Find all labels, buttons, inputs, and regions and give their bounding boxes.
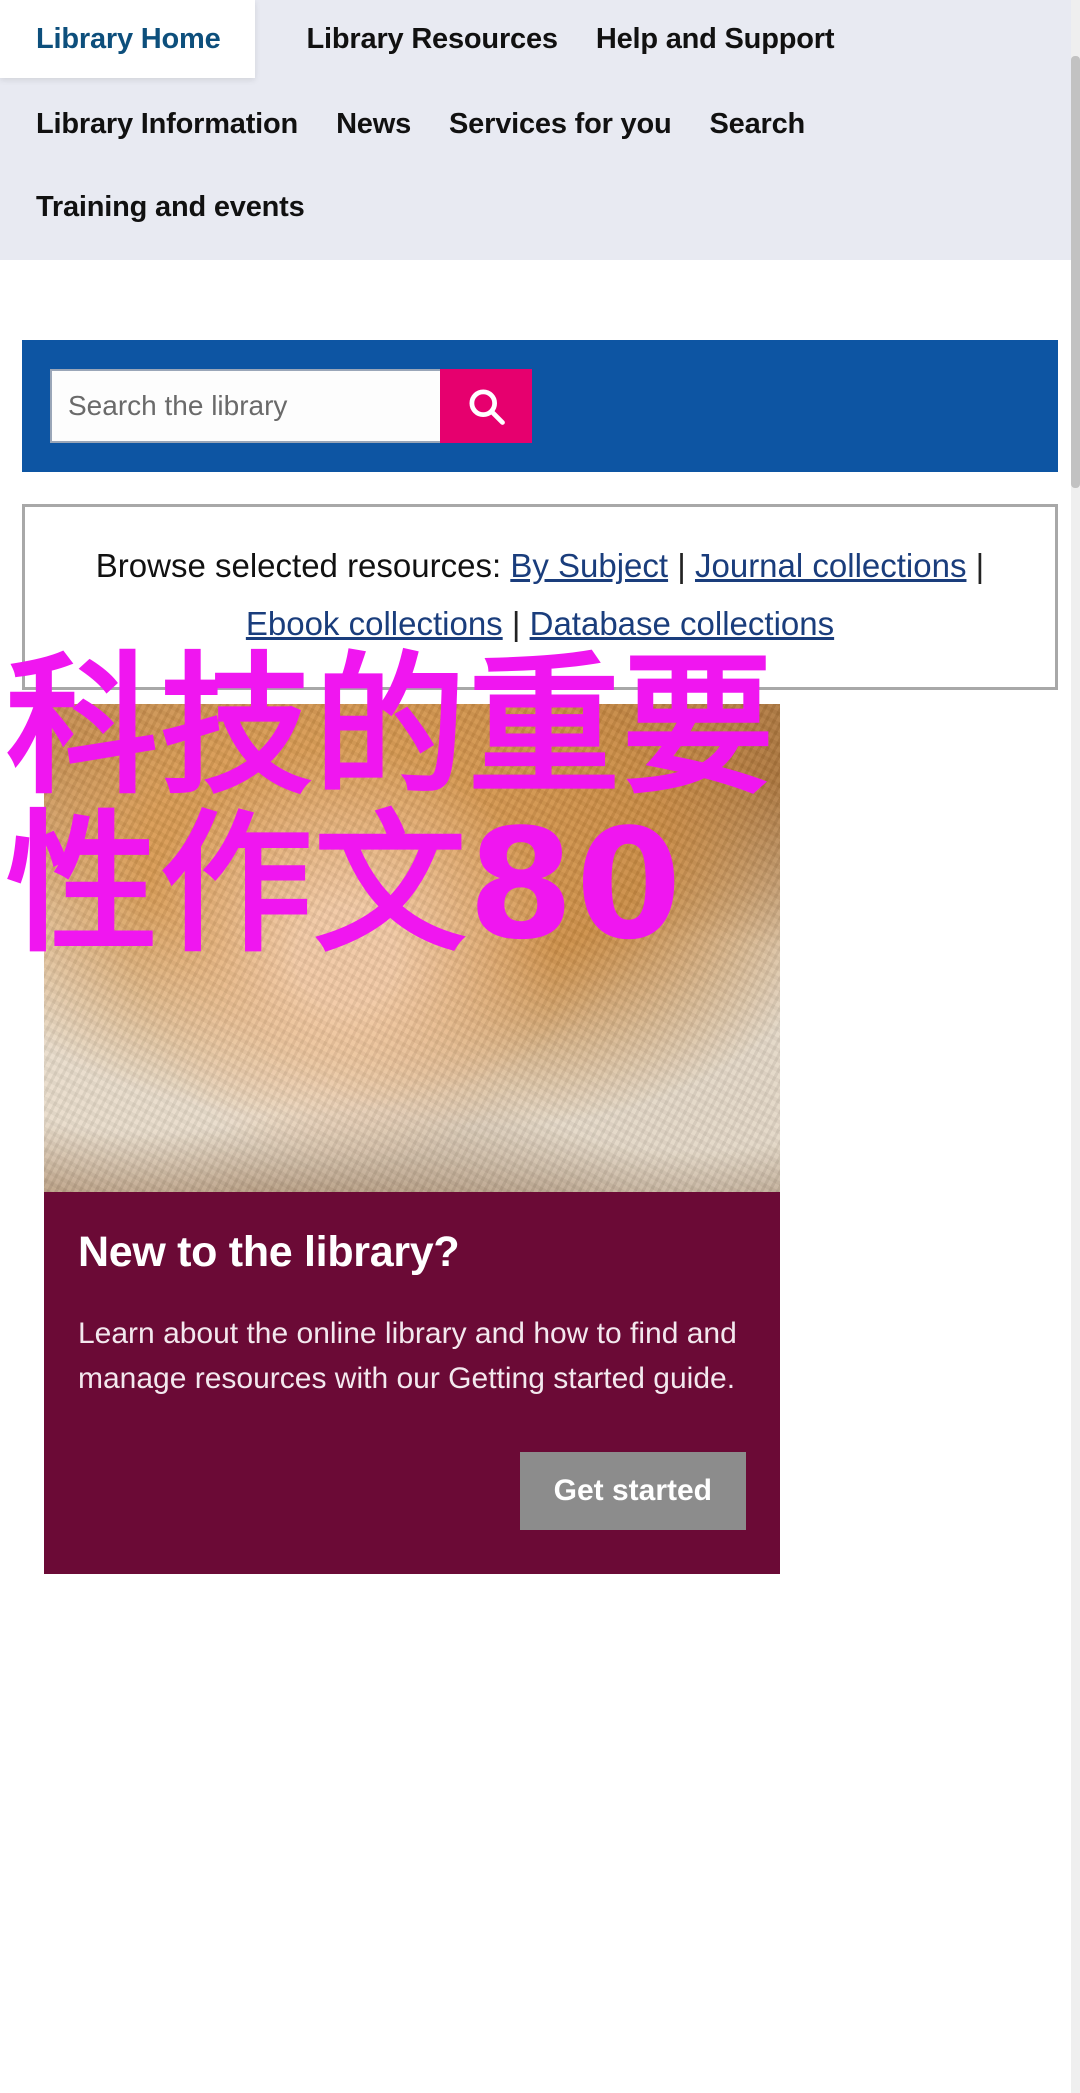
scrollbar-thumb[interactable] [1071, 56, 1080, 488]
nav-item-label: News [336, 107, 412, 140]
search-submit-button[interactable] [440, 369, 532, 443]
hero-actions: Get started [78, 1451, 746, 1530]
nav-item-label: Search [709, 107, 806, 140]
nav-item-label: Training and events [36, 190, 305, 223]
nav-item-services-for-you[interactable]: Services for you [449, 84, 672, 164]
main-navigation: Library Home Library Resources Help and … [0, 0, 1080, 260]
nav-item-library-information[interactable]: Library Information [0, 84, 298, 164]
nav-item-label: Services for you [449, 107, 672, 140]
nav-row-3: Training and events [0, 164, 1080, 246]
hero-image [44, 703, 780, 1192]
nav-item-news[interactable]: News [336, 84, 411, 164]
browse-label: Browse selected resources: [95, 547, 502, 584]
nav-item-library-resources[interactable]: Library Resources [307, 0, 558, 78]
nav-item-label: Library Resources [306, 22, 558, 55]
page-scrollbar[interactable] [1071, 0, 1080, 2093]
browse-link-journal-collections[interactable]: Journal collections [695, 547, 966, 584]
browse-separator: | [511, 604, 521, 642]
search-form [50, 369, 532, 443]
nav-item-label: Help and Support [595, 22, 835, 55]
browse-link-database-collections[interactable]: Database collections [530, 605, 835, 642]
browse-link-ebook-collections[interactable]: Ebook collections [246, 605, 503, 642]
search-input[interactable] [50, 369, 440, 443]
nav-row-1: Library Home Library Resources Help and … [0, 0, 1080, 78]
search-icon [464, 384, 508, 428]
nav-item-label: Library Information [36, 107, 299, 140]
new-to-library-card: New to the library? Learn about the onli… [44, 703, 780, 1574]
nav-item-help-and-support[interactable]: Help and Support [595, 0, 835, 78]
browse-separator: | [677, 547, 686, 584]
browse-separator: | [975, 547, 985, 584]
hero-content: New to the library? Learn about the onli… [44, 1191, 780, 1574]
search-band [22, 340, 1058, 472]
browse-link-by-subject[interactable]: By Subject [510, 547, 668, 584]
hero-title: New to the library? [78, 1227, 460, 1276]
nav-item-training-and-events[interactable]: Training and events [0, 168, 305, 246]
nav-item-library-home[interactable]: Library Home [0, 0, 255, 78]
browse-resources-box: Browse selected resources: By Subject | … [22, 504, 1058, 690]
get-started-button[interactable]: Get started [519, 1451, 746, 1530]
nav-item-search[interactable]: Search [710, 84, 806, 164]
nav-row-2: Library Information News Services for yo… [0, 78, 1080, 164]
hero-description: Learn about the online library and how t… [78, 1316, 737, 1396]
nav-item-label: Library Home [36, 22, 221, 55]
